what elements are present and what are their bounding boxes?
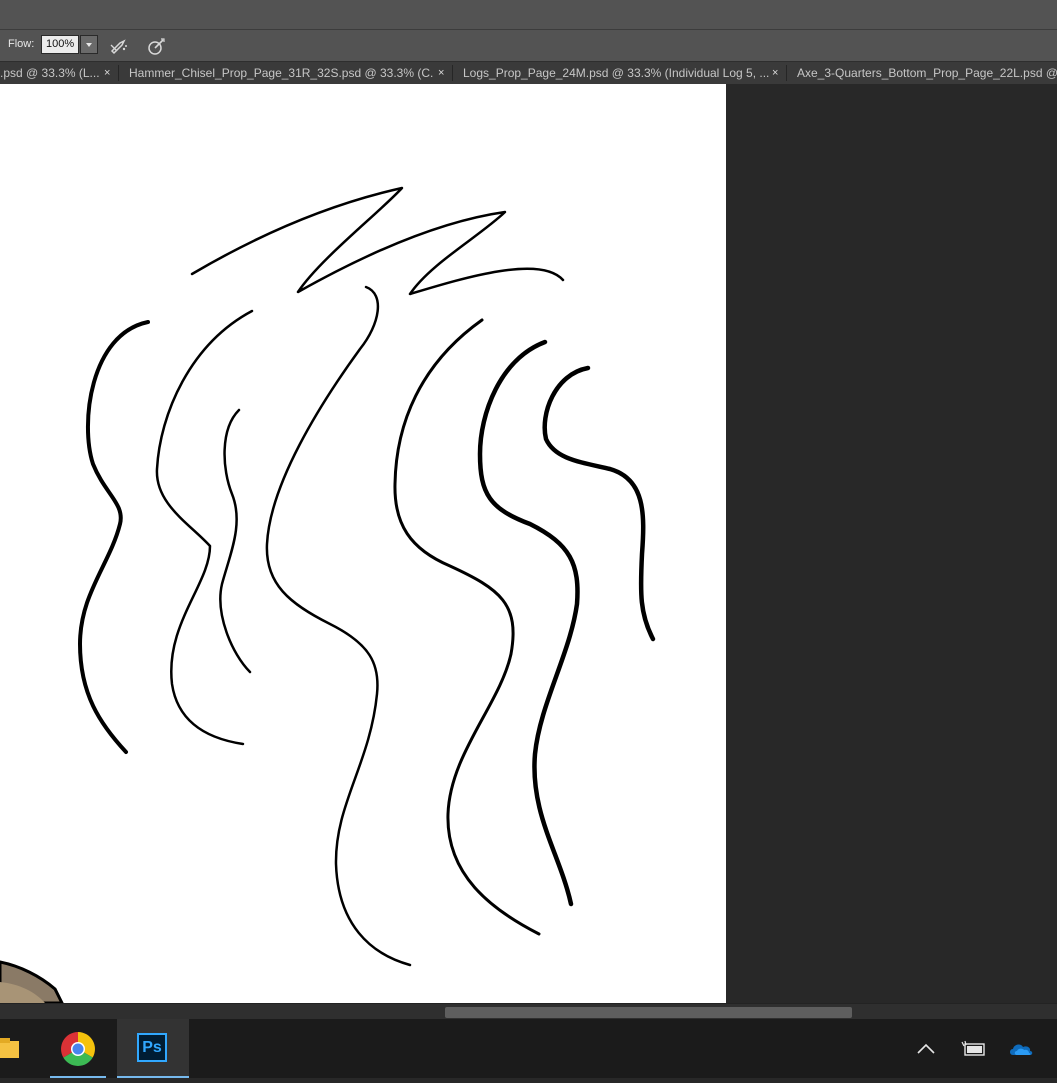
chrome-icon [61, 1032, 95, 1066]
tab-label: Logs_Prop_Page_24M.psd @ 33.3% (Individu… [463, 66, 769, 80]
wave-stroke-3 [219, 408, 252, 674]
onedrive-cloud-icon[interactable] [1008, 1038, 1034, 1060]
wave-stroke-1 [78, 320, 150, 754]
folder-icon [0, 1038, 19, 1058]
wave-stroke-5 [393, 318, 541, 936]
tab-document-3[interactable]: Logs_Prop_Page_24M.psd @ 33.3% (Individu… [463, 62, 769, 84]
horizontal-scrollbar[interactable] [0, 1003, 1057, 1020]
zigzag-stroke [190, 186, 565, 296]
tab-label: Axe_3-Quarters_Bottom_Prop_Page_22L.psd … [797, 66, 1057, 80]
tab-document-2[interactable]: Hammer_Chisel_Prop_Page_31R_32S.psd @ 33… [129, 62, 434, 84]
wave-stroke-4 [265, 285, 412, 967]
workspace [0, 84, 1057, 1003]
tab-divider [118, 65, 119, 81]
tab-divider [786, 65, 787, 81]
taskbar-chrome[interactable] [42, 1019, 114, 1078]
taskbar-file-explorer[interactable] [0, 1019, 30, 1078]
pressure-size-icon[interactable] [145, 35, 167, 57]
wave-stroke-2 [155, 309, 254, 746]
wave-stroke-6 [477, 339, 580, 907]
tab-document-1[interactable]: .psd @ 33.3% (L... [0, 62, 102, 84]
chevron-up-icon[interactable] [913, 1038, 939, 1060]
tab-label: Hammer_Chisel_Prop_Page_31R_32S.psd @ 33… [129, 66, 434, 80]
battery-plug-icon[interactable] [960, 1038, 986, 1060]
scrollbar-thumb[interactable] [445, 1007, 852, 1018]
wave-stroke-7 [542, 365, 656, 642]
tab-close-icon[interactable]: × [772, 62, 778, 84]
airbrush-icon[interactable] [108, 35, 130, 57]
tab-label: .psd @ 33.3% (L... [0, 66, 100, 80]
taskbar-photoshop[interactable]: Ps [117, 1019, 189, 1078]
tab-close-icon[interactable]: × [438, 62, 444, 84]
tab-close-icon[interactable]: × [104, 62, 110, 84]
tab-divider [452, 65, 453, 81]
document-tab-bar: .psd @ 33.3% (L... × Hammer_Chisel_Prop_… [0, 62, 1057, 85]
document-canvas[interactable] [0, 84, 726, 1003]
photoshop-icon: Ps [137, 1033, 167, 1062]
flow-dropdown-button[interactable] [80, 35, 98, 54]
taskbar: Ps [0, 1019, 1057, 1078]
menu-bar [0, 0, 1057, 30]
canvas-drawing [0, 186, 656, 1003]
flow-label: Flow: [8, 38, 35, 50]
tab-document-4[interactable]: Axe_3-Quarters_Bottom_Prop_Page_22L.psd … [797, 62, 1057, 84]
options-bar: Flow: 100% [0, 30, 1057, 62]
flow-input[interactable]: 100% [41, 35, 79, 54]
